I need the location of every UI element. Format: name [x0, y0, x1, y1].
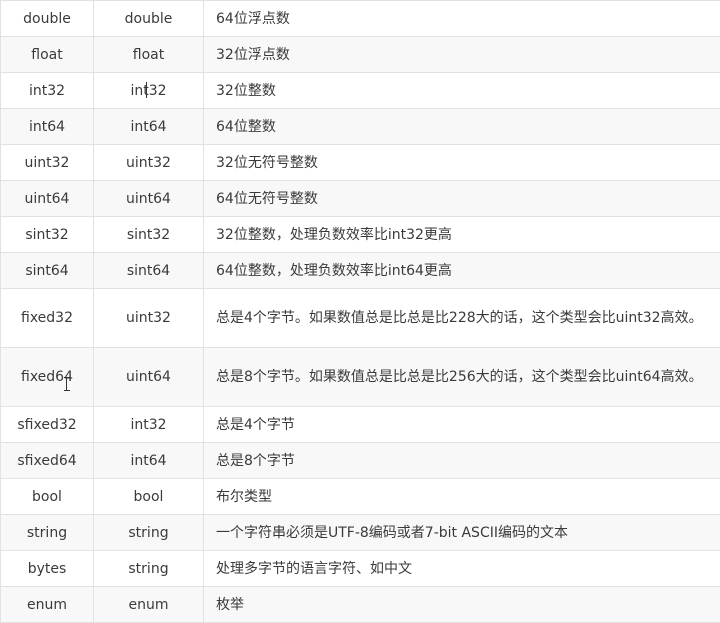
text-caret — [146, 82, 155, 98]
description-cell: 64位浮点数 — [204, 1, 720, 37]
description-cell: 32位浮点数 — [204, 37, 720, 73]
description-cell: 处理多字节的语言字符、如中文 — [204, 551, 720, 587]
type-mapping-table-wrap: double double 64位浮点数 float float 32位浮点数 … — [0, 0, 720, 620]
go-type-cell: uint32 — [94, 289, 204, 348]
table-row: int64 int64 64位整数 — [1, 109, 720, 145]
description-cell: 64位整数，处理负数效率比int64更高 — [204, 253, 720, 289]
table-row: enum enum 枚举 — [1, 587, 720, 623]
table-row: sfixed64 int64 总是8个字节 — [1, 443, 720, 479]
go-type-cell: int64 — [94, 443, 204, 479]
proto-type-cell: bool — [1, 479, 94, 515]
proto-type-cell: sfixed32 — [1, 407, 94, 443]
table-row: uint32 uint32 32位无符号整数 — [1, 145, 720, 181]
go-type-cell: string — [94, 515, 204, 551]
description-cell: 32位无符号整数 — [204, 145, 720, 181]
description-cell: 枚举 — [204, 587, 720, 623]
table-row: sint64 sint64 64位整数，处理负数效率比int64更高 — [1, 253, 720, 289]
proto-type-cell: sint64 — [1, 253, 94, 289]
table-row: uint64 uint64 64位无符号整数 — [1, 181, 720, 217]
description-cell: 总是8个字节 — [204, 443, 720, 479]
description-cell: 一个字符串必须是UTF-8编码或者7-bit ASCII编码的文本 — [204, 515, 720, 551]
go-type-cell: enum — [94, 587, 204, 623]
proto-type-cell: double — [1, 1, 94, 37]
proto-type-cell: fixed64 — [1, 348, 94, 407]
ibeam-cursor-icon — [66, 377, 75, 391]
proto-type-cell: string — [1, 515, 94, 551]
go-type-cell: float — [94, 37, 204, 73]
go-type-cell: sint32 — [94, 217, 204, 253]
proto-type-cell: enum — [1, 587, 94, 623]
proto-type-cell: uint64 — [1, 181, 94, 217]
proto-type-cell: uint32 — [1, 145, 94, 181]
description-cell: 64位整数 — [204, 109, 720, 145]
go-type-cell: uint32 — [94, 145, 204, 181]
proto-type-cell: sfixed64 — [1, 443, 94, 479]
description-cell: 32位整数 — [204, 73, 720, 109]
description-cell: 64位无符号整数 — [204, 181, 720, 217]
go-type-cell: double — [94, 1, 204, 37]
table-row: sint32 sint32 32位整数，处理负数效率比int32更高 — [1, 217, 720, 253]
description-cell: 总是4个字节。如果数值总是比总是比228大的话，这个类型会比uint32高效。 — [204, 289, 720, 348]
proto-type-cell: float — [1, 37, 94, 73]
go-type-cell: string — [94, 551, 204, 587]
description-cell: 总是8个字节。如果数值总是比总是比256大的话，这个类型会比uint64高效。 — [204, 348, 720, 407]
proto-type-cell: bytes — [1, 551, 94, 587]
proto-type-cell: int64 — [1, 109, 94, 145]
table-row: fixed64 uint64 总是8个字节。如果数值总是比总是比256大的话，这… — [1, 348, 720, 407]
table-row: string string 一个字符串必须是UTF-8编码或者7-bit ASC… — [1, 515, 720, 551]
table-row: fixed32 uint32 总是4个字节。如果数值总是比总是比228大的话，这… — [1, 289, 720, 348]
go-type-cell: sint64 — [94, 253, 204, 289]
description-cell: 32位整数，处理负数效率比int32更高 — [204, 217, 720, 253]
type-mapping-table: double double 64位浮点数 float float 32位浮点数 … — [0, 0, 720, 623]
go-type-cell: uint64 — [94, 181, 204, 217]
proto-type-cell: int32 — [1, 73, 94, 109]
go-type-cell: int32 — [94, 407, 204, 443]
table-row: sfixed32 int32 总是4个字节 — [1, 407, 720, 443]
table-row: float float 32位浮点数 — [1, 37, 720, 73]
table-row: double double 64位浮点数 — [1, 1, 720, 37]
description-cell: 总是4个字节 — [204, 407, 720, 443]
table-row: int32 int32 32位整数 — [1, 73, 720, 109]
description-cell: 布尔类型 — [204, 479, 720, 515]
proto-type-cell: fixed32 — [1, 289, 94, 348]
go-type-cell: uint64 — [94, 348, 204, 407]
go-type-cell: int64 — [94, 109, 204, 145]
table-row: bool bool 布尔类型 — [1, 479, 720, 515]
proto-type-cell: sint32 — [1, 217, 94, 253]
table-row: bytes string 处理多字节的语言字符、如中文 — [1, 551, 720, 587]
go-type-cell: bool — [94, 479, 204, 515]
